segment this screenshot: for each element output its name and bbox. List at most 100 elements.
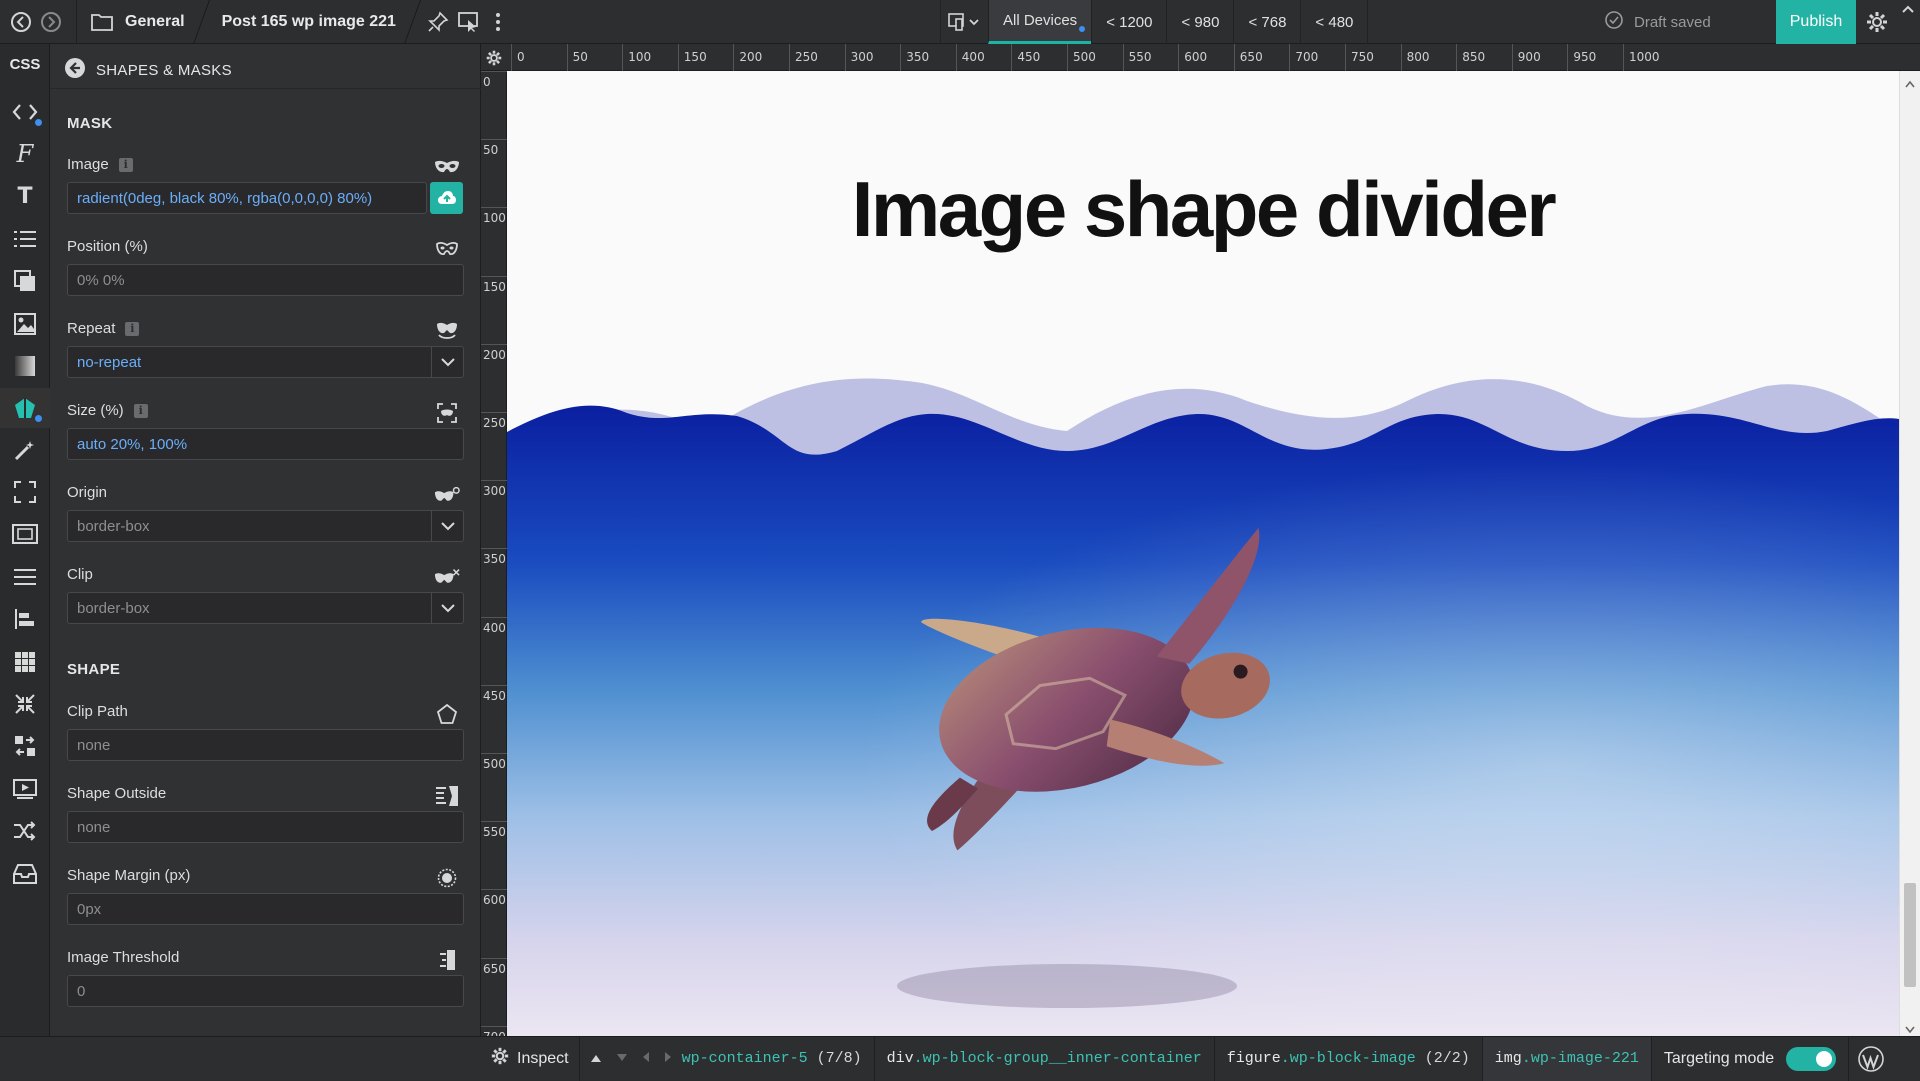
inspect-button[interactable]: Inspect	[481, 1037, 579, 1081]
text-icon[interactable]: T	[0, 176, 50, 216]
mask-size-icon[interactable]	[434, 402, 460, 424]
size-input[interactable]: auto 20%, 100%	[67, 428, 464, 460]
back-icon[interactable]	[6, 0, 36, 44]
box-shadow-icon[interactable]	[0, 261, 50, 301]
folder-label[interactable]: General	[125, 13, 185, 31]
turtle-image[interactable]	[507, 71, 1899, 1036]
mask-icon[interactable]	[434, 566, 460, 588]
nav-up-icon[interactable]	[590, 1050, 602, 1068]
target-circle-icon[interactable]	[434, 867, 460, 889]
horizontal-ruler[interactable]: 0 50 100 150 200 250 300 350 400 450 500 550 600 650 7…	[481, 44, 1920, 71]
flex-layout-icon[interactable]	[0, 726, 50, 766]
ruler-tick-label: 150	[683, 50, 707, 64]
expand-frame-icon[interactable]	[0, 472, 50, 512]
shape-margin-input[interactable]: 0px	[67, 893, 464, 925]
clip-select[interactable]: border-box	[67, 592, 464, 624]
ruler-tick	[955, 44, 957, 71]
mask-icon[interactable]	[434, 484, 460, 506]
device-tab-980[interactable]: < 980	[1166, 0, 1233, 44]
scroll-thumb[interactable]	[1904, 883, 1916, 987]
origin-select[interactable]: border-box	[67, 510, 464, 542]
info-icon[interactable]: i	[133, 403, 148, 418]
ruler-tick-label: 300	[483, 484, 506, 499]
device-tab-768[interactable]: < 768	[1233, 0, 1300, 44]
ruler-tick-label: 350	[483, 552, 506, 567]
shuffle-icon[interactable]	[0, 811, 50, 851]
breadcrumb-container[interactable]: wp-container-5 (7/8)	[682, 1037, 874, 1081]
rows-icon[interactable]	[0, 557, 50, 597]
font-family-icon[interactable]: F	[0, 134, 50, 174]
grid-icon[interactable]	[0, 642, 50, 682]
nav-down-icon[interactable]	[616, 1050, 628, 1068]
breadcrumb-figure[interactable]: figure .wp-block-image (2/2)	[1213, 1036, 1482, 1081]
chevron-down-icon[interactable]	[431, 593, 463, 623]
forward-icon[interactable]	[36, 0, 66, 44]
ruler-tick	[1400, 44, 1402, 71]
toggle-switch[interactable]	[1786, 1046, 1837, 1071]
publish-button[interactable]: Publish	[1776, 0, 1856, 44]
preview-canvas[interactable]: Image shape divider	[507, 71, 1899, 1036]
info-icon[interactable]: i	[118, 157, 133, 172]
inbox-icon[interactable]	[0, 854, 50, 894]
crumb-class: wp-container-5	[681, 1050, 808, 1067]
shapes-masks-icon[interactable]	[0, 388, 50, 428]
film-strip-icon[interactable]	[0, 514, 50, 554]
ruler-tick-label: 550	[483, 825, 506, 840]
mask-icon[interactable]	[434, 156, 460, 178]
cursor-select-icon[interactable]	[453, 0, 483, 44]
pin-icon[interactable]	[423, 0, 453, 44]
repeat-select[interactable]: no-repeat	[67, 346, 464, 378]
ruler-tick-label: 600	[483, 893, 506, 908]
device-tab-480[interactable]: < 480	[1300, 0, 1369, 44]
wordpress-icon[interactable]	[1848, 1036, 1892, 1081]
targeting-mode-toggle[interactable]: Targeting mode	[1650, 1036, 1848, 1081]
pentagon-icon[interactable]	[434, 703, 460, 725]
threshold-icon[interactable]	[434, 949, 460, 971]
list-icon[interactable]	[0, 219, 50, 259]
collapse-icon[interactable]	[1900, 2, 1918, 20]
vertical-ruler[interactable]: 0501001502002503003504004505005506006507…	[481, 71, 507, 1044]
animation-play-icon[interactable]	[0, 769, 50, 809]
mask-icon[interactable]	[434, 238, 460, 260]
breadcrumb-group[interactable]: div .wp-block-group__inner-container	[873, 1036, 1214, 1081]
chevron-down-icon[interactable]	[431, 511, 463, 541]
shape-outside-input[interactable]: none	[67, 811, 464, 843]
clip-select-value: border-box	[77, 599, 150, 617]
gradient-icon[interactable]	[0, 346, 50, 386]
info-icon[interactable]: i	[125, 321, 140, 336]
nav-next-icon[interactable]	[664, 1050, 672, 1068]
back-arrow-icon[interactable]	[64, 57, 86, 84]
code-icon[interactable]	[0, 92, 50, 132]
position-input[interactable]: 0% 0%	[67, 264, 464, 296]
ruler-tick-label: 550	[1128, 50, 1152, 64]
chevron-down-icon[interactable]	[431, 347, 463, 377]
mask-image-input[interactable]: radient(0deg, black 80%, rgba(0,0,0,0) 8…	[67, 182, 427, 214]
properties-panel: SHAPES & MASKS MASK Image i radient(0deg…	[50, 44, 481, 1036]
magic-wand-icon[interactable]	[0, 430, 50, 470]
responsive-view-icon[interactable]	[940, 0, 988, 44]
more-options-icon[interactable]	[483, 0, 513, 44]
image-threshold-input[interactable]: 0	[67, 975, 464, 1007]
compress-icon[interactable]	[0, 684, 50, 724]
align-left-icon[interactable]	[0, 599, 50, 639]
ruler-tick	[1178, 44, 1180, 71]
background-image-icon[interactable]	[0, 304, 50, 344]
mask-icon[interactable]	[434, 320, 460, 342]
device-tab-1200[interactable]: < 1200	[1091, 0, 1166, 44]
upload-cloud-icon[interactable]	[430, 182, 463, 214]
toggle-knob	[1816, 1050, 1833, 1067]
nav-prev-icon[interactable]	[642, 1050, 650, 1068]
device-tab-all[interactable]: All Devices	[988, 0, 1092, 44]
text-wrap-icon[interactable]	[434, 785, 460, 807]
scroll-up-icon[interactable]	[1905, 75, 1915, 93]
ruler-settings-icon[interactable]	[483, 48, 505, 68]
post-title[interactable]: Post 165 wp image 221	[222, 13, 396, 31]
folder-icon[interactable]	[87, 0, 117, 44]
ruler-tick	[481, 684, 507, 686]
settings-gear-icon[interactable]	[1860, 0, 1894, 44]
ruler-tick	[481, 1025, 507, 1027]
clip-path-input[interactable]: none	[67, 729, 464, 761]
breadcrumb-img[interactable]: img .wp-image-221	[1481, 1036, 1651, 1081]
css-tab[interactable]: CSS	[0, 44, 50, 84]
canvas-scrollbar[interactable]	[1899, 71, 1920, 1036]
